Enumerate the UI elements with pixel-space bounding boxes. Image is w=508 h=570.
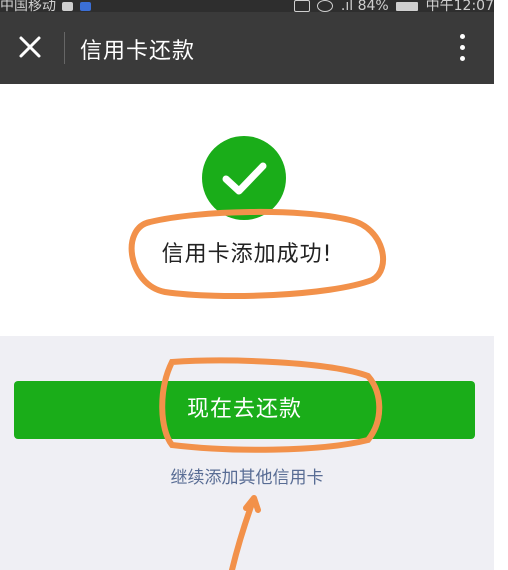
status-bar: 中国移动 .ıl 84% 中午12:07: [0, 0, 494, 12]
hd-icon: [294, 0, 311, 12]
more-vertical-icon[interactable]: [455, 34, 469, 64]
nav-bar: 信用卡还款: [0, 12, 494, 84]
wechat-notification-icon: [62, 1, 74, 11]
eye-icon: [317, 0, 334, 12]
nav-divider: [64, 32, 65, 64]
repay-now-button[interactable]: 现在去还款: [14, 381, 475, 439]
screen-edge: [494, 0, 508, 570]
add-another-card-link[interactable]: 继续添加其他信用卡: [0, 463, 494, 488]
check-circle-icon: [202, 136, 286, 220]
signal-icon: .ıl: [340, 0, 354, 12]
app-notification-icon: [79, 1, 91, 11]
status-time: 中午12:07: [425, 0, 494, 12]
success-message: 信用卡添加成功!: [161, 242, 333, 267]
close-icon[interactable]: [14, 31, 46, 63]
page-title: 信用卡还款: [80, 39, 196, 64]
actions-panel: [0, 336, 494, 570]
carrier-name: 中国移动: [0, 0, 56, 12]
battery-icon: [396, 1, 419, 11]
battery-percent: 84%: [357, 0, 389, 12]
